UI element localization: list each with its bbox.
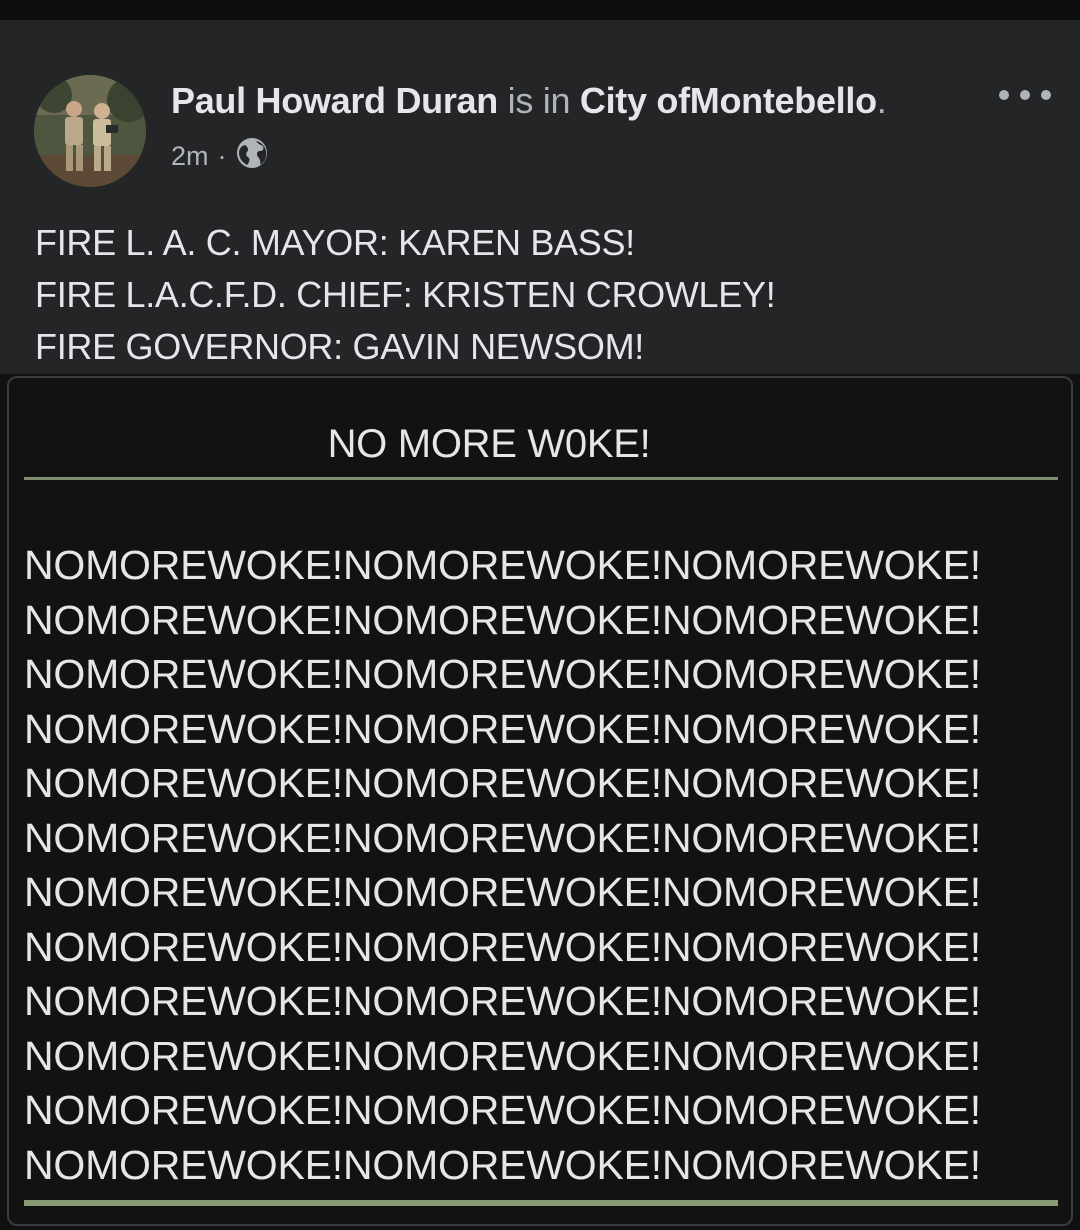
card-text-line: NOMOREWOKE!NOMOREWOKE!NOMOREWOKE! <box>24 651 981 697</box>
post-text-line: FIRE GOVERNOR: GAVIN NEWSOM! <box>35 326 644 367</box>
card-body-text: NOMOREWOKE!NOMOREWOKE!NOMOREWOKE! NOMORE… <box>24 538 981 1192</box>
card-text-line: NOMOREWOKE!NOMOREWOKE!NOMOREWOKE! <box>24 596 981 643</box>
card-text-line: NOMOREWOKE!NOMOREWOKE!NOMOREWOKE! <box>24 1032 981 1079</box>
card-text-line: NOMOREWOKE!NOMOREWOKE!NOMOREWOKE! <box>24 869 981 915</box>
meta-separator: · <box>217 141 227 171</box>
top-bar <box>0 0 1080 20</box>
card-text-line: NOMOREWOKE!NOMOREWOKE!NOMOREWOKE! <box>24 760 981 806</box>
more-dot <box>1041 90 1051 100</box>
globe-icon <box>236 137 268 176</box>
is-in-text: is in <box>507 80 571 121</box>
card-text-line: NOMOREWOKE!NOMOREWOKE!NOMOREWOKE! <box>24 978 981 1024</box>
avatar-photo <box>34 75 146 187</box>
more-options-icon[interactable] <box>996 78 1054 112</box>
card-text-line: NOMOREWOKE!NOMOREWOKE!NOMOREWOKE! <box>24 923 981 970</box>
avatar[interactable] <box>34 75 146 187</box>
post-text-line: FIRE L. A. C. MAYOR: KAREN BASS! <box>35 222 635 263</box>
post-text: FIRE L. A. C. MAYOR: KAREN BASS! FIRE L.… <box>35 217 776 373</box>
more-dot <box>1020 90 1030 100</box>
card-text-line: NOMOREWOKE!NOMOREWOKE!NOMOREWOKE! <box>24 542 981 588</box>
timestamp[interactable]: 2m <box>171 141 209 172</box>
card-text-line: NOMOREWOKE!NOMOREWOKE!NOMOREWOKE! <box>24 1087 981 1133</box>
card-text-line: NOMOREWOKE!NOMOREWOKE!NOMOREWOKE! <box>24 1141 981 1188</box>
author-name[interactable]: Paul Howard Duran <box>171 80 498 121</box>
card-text-line: NOMOREWOKE!NOMOREWOKE!NOMOREWOKE! <box>24 814 981 861</box>
post: Paul Howard Duran is in City ofMontebell… <box>0 20 1080 374</box>
header-period: . <box>876 80 887 121</box>
card-title: NO MORE W0KE! <box>327 422 651 466</box>
more-dot <box>999 90 1009 100</box>
shared-image-card[interactable]: NO MORE W0KE! NOMOREWOKE!NOMOREWOKE!NOMO… <box>7 376 1073 1226</box>
bottom-divider <box>24 1200 1058 1206</box>
card-text-line: NOMOREWOKE!NOMOREWOKE!NOMOREWOKE! <box>24 705 981 752</box>
top-divider <box>24 477 1058 480</box>
post-header: Paul Howard Duran is in City ofMontebell… <box>171 80 887 122</box>
post-meta: 2m · <box>171 137 268 176</box>
post-text-line: FIRE L.A.C.F.D. CHIEF: KRISTEN CROWLEY! <box>35 274 776 315</box>
location-link[interactable]: City ofMontebello <box>580 80 877 121</box>
